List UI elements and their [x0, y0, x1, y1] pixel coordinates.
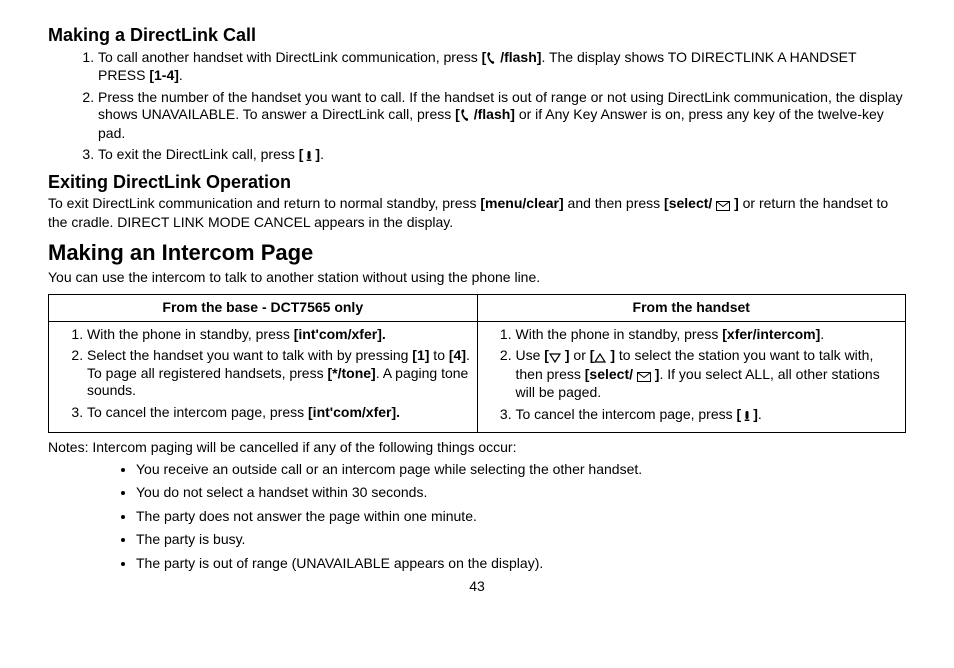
key-select: [select/ ]: [664, 195, 739, 211]
text: Use: [516, 347, 545, 363]
key-flash: [ /flash]: [482, 49, 542, 65]
text: .: [820, 326, 824, 342]
phone-icon: [460, 107, 470, 125]
key-select: [select/ ]: [585, 366, 660, 382]
text: To exit the DirectLink call, press: [98, 146, 299, 162]
list-item: The party does not answer the page withi…: [136, 508, 906, 526]
notes-label: Notes:: [48, 439, 92, 455]
key-1-4: [1-4]: [149, 67, 179, 83]
list-item: You do not select a handset within 30 se…: [136, 484, 906, 502]
text: .: [758, 406, 762, 422]
page-number: 43: [48, 578, 906, 596]
list-item: The party is busy.: [136, 531, 906, 549]
text: or: [570, 347, 590, 363]
text: Select the handset you want to talk with…: [87, 347, 412, 363]
notes-intro: Notes: Intercom paging will be cancelled…: [48, 439, 906, 457]
heading-making-directlink-call: Making a DirectLink Call: [48, 24, 906, 47]
list-item: With the phone in standby, press [xfer/i…: [516, 326, 900, 344]
key-menu-clear: [menu/clear]: [480, 195, 563, 211]
list-item: You receive an outside call or an interc…: [136, 461, 906, 479]
envelope-icon: [716, 196, 730, 214]
text: To cancel the intercom page, press: [87, 404, 308, 420]
heading-making-intercom-page: Making an Intercom Page: [48, 239, 906, 267]
base-steps: With the phone in standby, press [int'co…: [55, 326, 471, 422]
key-up: [ ]: [590, 347, 615, 363]
text: to: [429, 347, 448, 363]
intercom-intro: You can use the intercom to talk to anot…: [48, 269, 906, 287]
key-down: [ ]: [544, 347, 569, 363]
key-4: [4]: [449, 347, 466, 363]
step-2: Press the number of the handset you want…: [98, 89, 906, 143]
handset-steps: With the phone in standby, press [xfer/i…: [484, 326, 900, 425]
table-header-handset: From the handset: [477, 295, 906, 322]
text: .: [320, 146, 324, 162]
key-flash: [ /flash]: [455, 106, 515, 122]
step-3: To exit the DirectLink call, press [].: [98, 146, 906, 165]
key-intcom-xfer: [int'com/xfer].: [308, 404, 400, 420]
list-item: The party is out of range (UNAVAILABLE a…: [136, 555, 906, 573]
heading-exiting-directlink: Exiting DirectLink Operation: [48, 171, 906, 194]
table-cell-base: With the phone in standby, press [int'co…: [49, 321, 478, 433]
exiting-directlink-paragraph: To exit DirectLink communication and ret…: [48, 195, 906, 231]
handset-end-icon: [741, 407, 753, 425]
key-end: []: [299, 146, 320, 162]
directlink-call-steps: To call another handset with DirectLink …: [48, 49, 906, 165]
list-item: With the phone in standby, press [int'co…: [87, 326, 471, 344]
text: To cancel the intercom page, press: [516, 406, 737, 422]
phone-icon: [486, 50, 496, 68]
list-item: Select the handset you want to talk with…: [87, 347, 471, 400]
text: and then press: [564, 195, 664, 211]
table-header-base: From the base - DCT7565 only: [49, 295, 478, 322]
key-1: [1]: [412, 347, 429, 363]
envelope-icon: [637, 367, 651, 385]
up-triangle-icon: [594, 348, 606, 366]
manual-page: Making a DirectLink Call To call another…: [0, 0, 954, 668]
list-item: Use [ ] or [ ] to select the station you…: [516, 347, 900, 402]
key-star-tone: [*/tone]: [327, 365, 375, 381]
notes-list: You receive an outside call or an interc…: [48, 461, 906, 573]
list-item: To cancel the intercom page, press [int'…: [87, 404, 471, 422]
text: With the phone in standby, press: [87, 326, 294, 342]
notes-intro-text: Intercom paging will be cancelled if any…: [92, 439, 516, 455]
list-item: To cancel the intercom page, press [].: [516, 406, 900, 425]
text: .: [179, 67, 183, 83]
text: With the phone in standby, press: [516, 326, 723, 342]
step-1: To call another handset with DirectLink …: [98, 49, 906, 85]
intercom-table: From the base - DCT7565 only From the ha…: [48, 294, 906, 433]
key-end: []: [737, 406, 758, 422]
key-xfer-intercom: [xfer/intercom]: [722, 326, 820, 342]
text: To exit DirectLink communication and ret…: [48, 195, 480, 211]
handset-end-icon: [303, 147, 315, 165]
down-triangle-icon: [549, 348, 561, 366]
table-cell-handset: With the phone in standby, press [xfer/i…: [477, 321, 906, 433]
text: To call another handset with DirectLink …: [98, 49, 482, 65]
key-intcom-xfer: [int'com/xfer].: [294, 326, 386, 342]
